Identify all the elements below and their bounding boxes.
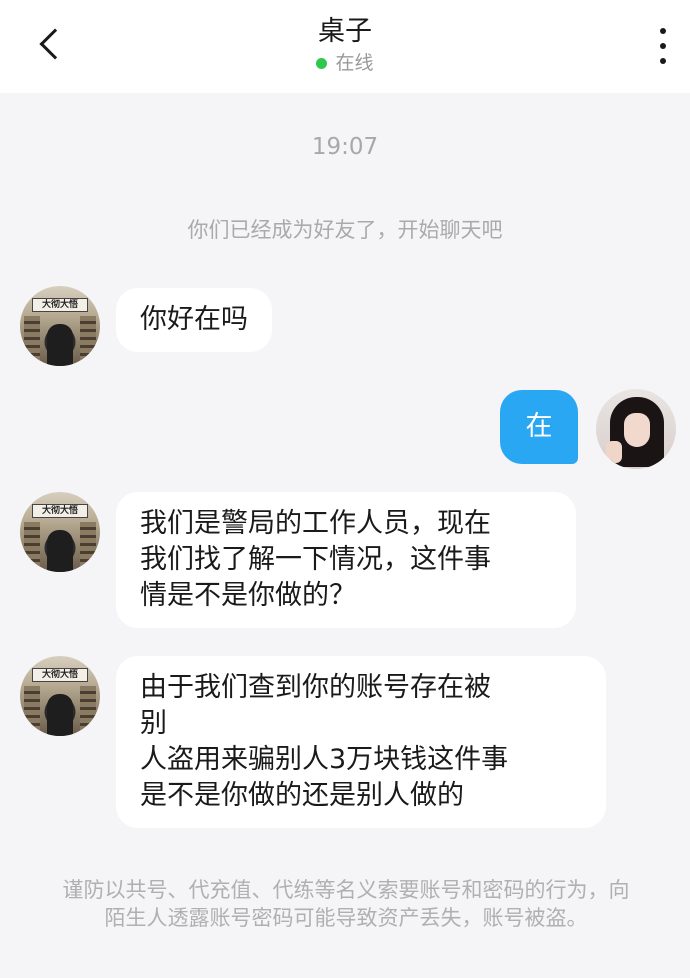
message-bubble-incoming[interactable]: 你好在吗 — [116, 288, 272, 352]
avatar-figure — [47, 694, 73, 736]
avatar-decoration — [24, 686, 40, 732]
avatar-decoration — [80, 316, 96, 362]
message-bubble-outgoing[interactable]: 在 — [500, 390, 578, 464]
avatar-figure — [47, 530, 73, 572]
message-bubble-incoming[interactable]: 我们是警局的工作人员，现在 我们找了解一下情况，这件事 情是不是你做的？ — [116, 492, 576, 628]
avatar-decoration — [80, 686, 96, 732]
avatar-hand — [606, 441, 622, 463]
system-message: 你们已经成为好友了，开始聊天吧 — [187, 218, 503, 242]
status-text: 在线 — [335, 52, 374, 74]
more-options-button[interactable] — [650, 25, 676, 67]
online-dot-icon — [316, 57, 328, 69]
message-bubble-incoming[interactable]: 由于我们查到你的账号存在被 别 人盗用来骗别人3万块钱这件事 是不是你做的还是别… — [116, 656, 606, 828]
more-vertical-icon — [660, 28, 666, 34]
avatar-decoration — [24, 522, 40, 568]
contact-name: 桌子 — [318, 16, 372, 47]
chat-title-block: 桌子 在线 — [0, 14, 690, 75]
security-notice: 谨防以共号、代充值、代练等名义索要账号和密码的行为，向陌生人透露账号密码可能导致… — [62, 878, 630, 930]
chat-header: 桌子 在线 — [0, 0, 690, 93]
contact-avatar[interactable]: 大彻大悟 — [20, 286, 100, 366]
self-avatar[interactable] — [596, 389, 676, 469]
contact-avatar[interactable]: 大彻大悟 — [20, 656, 100, 736]
avatar-decoration — [80, 522, 96, 568]
online-status: 在线 — [0, 51, 690, 75]
avatar-sign: 大彻大悟 — [32, 668, 88, 682]
more-dot — [660, 43, 666, 49]
more-dot — [660, 58, 666, 64]
avatar-sign: 大彻大悟 — [32, 298, 88, 312]
avatar-face — [624, 413, 650, 447]
avatar-decoration — [24, 316, 40, 362]
avatar-figure — [47, 324, 73, 366]
message-timestamp: 19:07 — [311, 134, 379, 160]
contact-avatar[interactable]: 大彻大悟 — [20, 492, 100, 572]
avatar-sign: 大彻大悟 — [32, 504, 88, 518]
